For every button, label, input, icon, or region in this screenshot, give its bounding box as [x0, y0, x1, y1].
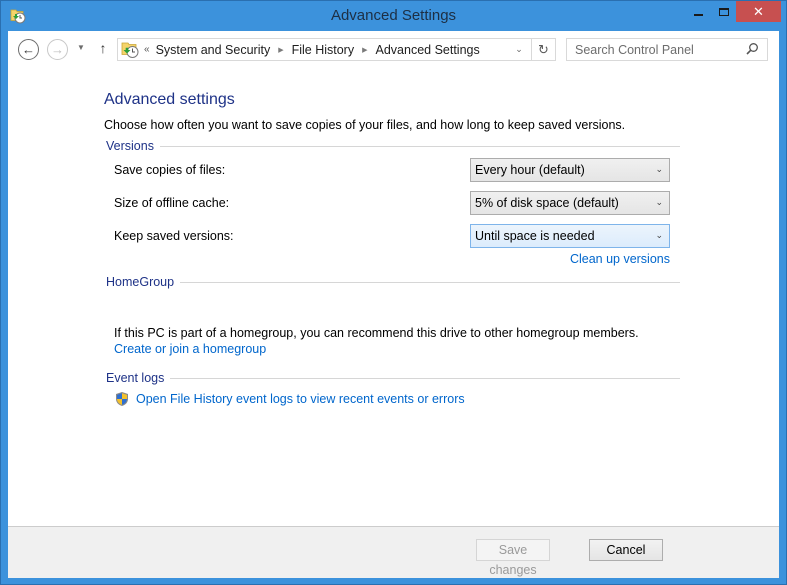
- breadcrumb-system-and-security[interactable]: System and Security: [156, 43, 271, 57]
- offline-cache-value: 5% of disk space (default): [475, 196, 619, 210]
- page-title: Advanced settings: [104, 91, 235, 108]
- close-button[interactable]: ✕: [736, 1, 781, 22]
- keep-versions-select[interactable]: Until space is needed ⌄: [470, 224, 670, 248]
- homegroup-section-header: HomeGroup: [106, 275, 680, 289]
- uac-shield-icon: [116, 392, 128, 406]
- forward-arrow-icon: →: [51, 42, 64, 57]
- event-logs-row: Open File History event logs to view rec…: [114, 391, 465, 407]
- search-icon[interactable]: [745, 42, 759, 56]
- forward-button[interactable]: →: [47, 39, 68, 60]
- navigation-bar: ← → ▼ ↑ « System and Security ▶ File His…: [8, 31, 779, 68]
- main-content: Advanced settings Choose how often you w…: [8, 68, 779, 526]
- breadcrumb-separator-icon[interactable]: ▶: [362, 46, 367, 54]
- section-divider: [159, 145, 680, 147]
- event-logs-section-header: Event logs: [106, 371, 680, 385]
- breadcrumb-advanced-settings[interactable]: Advanced Settings: [376, 43, 480, 57]
- save-changes-button[interactable]: Save changes: [476, 539, 550, 577]
- chevron-down-icon: ⌄: [655, 230, 663, 240]
- footer-bar: Save changes Cancel: [8, 526, 779, 578]
- keep-versions-value: Until space is needed: [475, 229, 595, 243]
- address-bar[interactable]: « System and Security ▶ File History ▶ A…: [117, 38, 556, 61]
- clean-up-versions-link[interactable]: Clean up versions: [570, 252, 670, 266]
- refresh-button[interactable]: ↻: [531, 39, 555, 60]
- offline-cache-select[interactable]: 5% of disk space (default) ⌄: [470, 191, 670, 215]
- close-icon: ✕: [753, 3, 764, 19]
- keep-versions-label: Keep saved versions:: [114, 229, 234, 243]
- chevron-down-icon: ⌄: [515, 44, 523, 54]
- minimize-icon: [693, 13, 703, 16]
- versions-section-header: Versions: [106, 139, 680, 153]
- chevron-down-icon: ▼: [77, 43, 85, 52]
- save-copies-select[interactable]: Every hour (default) ⌄: [470, 158, 670, 182]
- overflow-chevron-icon[interactable]: «: [144, 44, 150, 55]
- homegroup-header-label: HomeGroup: [106, 275, 175, 289]
- search-input[interactable]: [575, 42, 745, 57]
- section-divider: [170, 377, 680, 379]
- file-history-icon: [121, 42, 139, 58]
- create-join-homegroup-link[interactable]: Create or join a homegroup: [114, 342, 266, 356]
- save-copies-label: Save copies of files:: [114, 163, 226, 177]
- intro-text: Choose how often you want to save copies…: [104, 118, 626, 132]
- breadcrumb-separator-icon[interactable]: ▶: [278, 46, 283, 54]
- event-logs-header-label: Event logs: [106, 371, 165, 385]
- minimize-button[interactable]: [685, 1, 711, 22]
- recent-locations-button[interactable]: ▼: [75, 43, 87, 55]
- window-title: Advanced Settings: [330, 7, 457, 24]
- refresh-icon: ↻: [538, 41, 549, 57]
- search-box[interactable]: [566, 38, 768, 61]
- chevron-down-icon: ⌄: [655, 197, 663, 207]
- chevron-down-icon: ⌄: [655, 164, 663, 174]
- up-arrow-icon: ↑: [99, 40, 107, 56]
- section-divider: [180, 281, 680, 283]
- offline-cache-label: Size of offline cache:: [114, 196, 230, 210]
- address-history-dropdown[interactable]: ⌄: [509, 39, 529, 60]
- save-copies-value: Every hour (default): [475, 163, 585, 177]
- cancel-button[interactable]: Cancel: [589, 539, 663, 561]
- back-arrow-icon: ←: [22, 42, 35, 57]
- client-area: ← → ▼ ↑ « System and Security ▶ File His…: [8, 31, 779, 578]
- versions-header-label: Versions: [106, 139, 154, 153]
- maximize-button[interactable]: [711, 1, 737, 22]
- maximize-icon: [719, 7, 729, 16]
- up-button[interactable]: ↑: [96, 40, 110, 58]
- open-event-logs-link[interactable]: Open File History event logs to view rec…: [136, 392, 465, 406]
- homegroup-description: If this PC is part of a homegroup, you c…: [114, 326, 639, 340]
- back-button[interactable]: ←: [18, 39, 39, 60]
- title-bar[interactable]: Advanced Settings ✕: [1, 1, 786, 31]
- breadcrumb-file-history[interactable]: File History: [292, 43, 355, 57]
- window: Advanced Settings ✕ ← → ▼ ↑ « System and…: [0, 0, 787, 585]
